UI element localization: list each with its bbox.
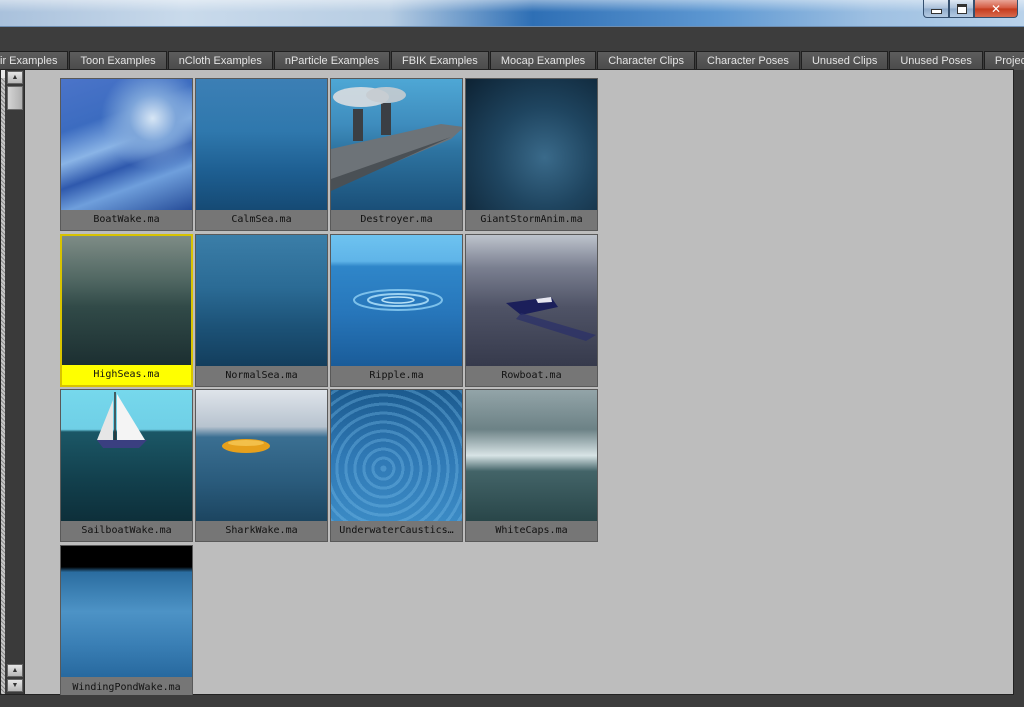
thumbnail-image: [466, 235, 597, 366]
file-tile-highseas[interactable]: HighSeas.ma: [60, 234, 193, 387]
file-tile-rowboat[interactable]: Rowboat.ma: [465, 234, 598, 387]
file-tile-destroyer[interactable]: Destroyer.ma: [330, 78, 463, 231]
tab-hair-examples[interactable]: ir Examples: [0, 51, 69, 70]
sailboat-graphic: [97, 392, 147, 448]
tab-character-clips[interactable]: Character Clips: [597, 51, 695, 70]
file-tile-calmsea[interactable]: CalmSea.ma: [195, 78, 328, 231]
thumbnail-image: [331, 235, 462, 366]
file-tile-giantstormanim[interactable]: GiantStormAnim.ma: [465, 78, 598, 231]
file-name-label: BoatWake.ma: [61, 210, 192, 230]
minimize-icon: [930, 9, 942, 14]
file-name-label: UnderwaterCaustics…: [331, 521, 462, 541]
tab-fbik-examples[interactable]: FBIK Examples: [391, 51, 489, 70]
thumbnail-image: [196, 390, 327, 521]
shark-boat-graphic: [222, 439, 270, 453]
gutter: [25, 70, 29, 694]
thumbnail-image: [196, 79, 327, 210]
thumbnail-image: [196, 235, 327, 366]
file-name-label: HighSeas.ma: [62, 365, 191, 385]
title-bar-sheen: [0, 0, 1024, 12]
file-tile-sharkwake[interactable]: SharkWake.ma: [195, 389, 328, 542]
file-name-label: Destroyer.ma: [331, 210, 462, 230]
file-tile-underwatercaustics[interactable]: UnderwaterCaustics…: [330, 389, 463, 542]
tab-ncloth-examples[interactable]: nCloth Examples: [167, 51, 273, 70]
file-name-label: WhiteCaps.ma: [466, 521, 597, 541]
arrow-down-icon: ▼: [11, 682, 19, 689]
thumbnail-image: [466, 79, 597, 210]
thumbnail-image: [331, 390, 462, 521]
file-tile-windingpondwake[interactable]: WindingPondWake.ma: [60, 545, 193, 695]
file-tile-sailboatwake[interactable]: SailboatWake.ma: [60, 389, 193, 542]
close-button[interactable]: ✕: [974, 0, 1018, 18]
scrollbar-thumb[interactable]: [7, 86, 23, 110]
file-name-label: SharkWake.ma: [196, 521, 327, 541]
file-name-label: WindingPondWake.ma: [61, 677, 192, 695]
vertical-scrollbar[interactable]: ▲ ▲ ▼: [5, 70, 25, 694]
thumbnail-image: [61, 79, 192, 210]
tab-toon-examples[interactable]: Toon Examples: [69, 51, 167, 70]
file-tile-normalsea[interactable]: NormalSea.ma: [195, 234, 328, 387]
maximize-icon: [956, 3, 967, 14]
destroyer-ship-graphic: [331, 87, 462, 191]
tab-unused-clips[interactable]: Unused Clips: [800, 51, 889, 70]
close-icon: ✕: [990, 1, 1002, 16]
arrow-up-icon: ▲: [11, 667, 19, 674]
file-name-label: GiantStormAnim.ma: [466, 210, 597, 230]
file-name-label: Rowboat.ma: [466, 366, 597, 386]
file-browser-panel: ▲ ▲ ▼ BoatWake.ma CalmSea.ma Destroyer.m…: [0, 69, 1014, 695]
tab-nparticle-examples[interactable]: nParticle Examples: [273, 51, 390, 70]
rowboat-graphic: [506, 297, 596, 341]
thumbnail-image: [466, 390, 597, 521]
file-name-label: NormalSea.ma: [196, 366, 327, 386]
thumbnail-image: [61, 390, 192, 521]
thumbnail-image: [61, 546, 192, 677]
window-title-bar: ✕: [0, 0, 1024, 27]
file-tile-whitecaps[interactable]: WhiteCaps.ma: [465, 389, 598, 542]
tab-unused-poses[interactable]: Unused Poses: [889, 51, 983, 70]
tab-projects[interactable]: Projects: [983, 51, 1024, 70]
thumbnail-image: [62, 236, 191, 365]
file-name-label: SailboatWake.ma: [61, 521, 192, 541]
arrow-up-icon: ▲: [11, 74, 19, 81]
ripple-rings-graphic: [353, 289, 443, 311]
shelf-tab-bar: ir Examples Toon Examples nCloth Example…: [0, 50, 1024, 70]
thumbnail-image: [331, 79, 462, 210]
file-tile-boatwake[interactable]: BoatWake.ma: [60, 78, 193, 231]
file-name-label: CalmSea.ma: [196, 210, 327, 230]
maximize-button[interactable]: [949, 0, 974, 18]
file-name-label: Ripple.ma: [331, 366, 462, 386]
scroll-up-button[interactable]: ▲: [7, 71, 23, 84]
tab-mocap-examples[interactable]: Mocap Examples: [489, 51, 597, 70]
file-tile-ripple[interactable]: Ripple.ma: [330, 234, 463, 387]
scroll-up-lower-button[interactable]: ▲: [7, 664, 23, 677]
tab-character-poses[interactable]: Character Poses: [696, 51, 800, 70]
minimize-button[interactable]: [923, 0, 949, 18]
window-controls: ✕: [923, 0, 1018, 18]
scroll-down-button[interactable]: ▼: [7, 679, 23, 692]
